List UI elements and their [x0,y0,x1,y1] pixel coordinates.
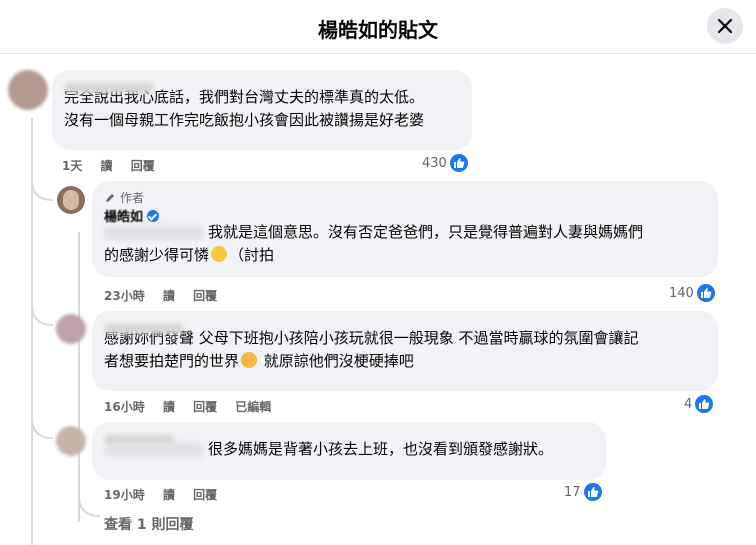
like-thumb-icon [695,395,714,413]
comment-text-line: 我就是這個意思。沒有否定爸爸們，只是覺得普遍對人妻與媽媽們 [208,223,644,241]
author-avatar[interactable] [57,186,85,214]
comment-meta: 23小時 讀 回覆 [104,287,231,304]
thread-line-branch [78,232,80,522]
like-count: 140 [669,285,694,301]
comment-text: 很多媽媽是背著小孩去上班，也沒看到頒發感謝狀。 [104,438,594,461]
avatar[interactable] [56,314,86,344]
reaction-count[interactable]: 140 [669,284,715,302]
like-thumb-icon [583,483,602,501]
comment-text: 者想要拍楚門的世界 就原諒他們沒梗硬捧吧 [104,350,706,373]
comment-text: 的感謝少得可憐 （討拍 [104,244,706,267]
read-button[interactable]: 讀 [163,400,175,414]
view-replies-link[interactable]: 查看 1 則回覆 [104,514,194,534]
author-label-text: 作者 [120,191,145,205]
read-button[interactable]: 讀 [163,289,175,303]
like-count: 430 [422,155,447,171]
comment-text: 我就是這個意思。沒有否定爸爸們，只是覺得普遍對人妻與媽媽們 [104,221,706,244]
laughing-emoji-icon [241,352,258,368]
like-count: 4 [684,396,693,412]
reply-button[interactable]: 回覆 [193,289,217,303]
avatar[interactable] [56,426,86,456]
comment-time[interactable]: 23小時 [104,289,145,303]
mention-redacted [104,442,204,457]
comment-time[interactable]: 16小時 [104,400,145,414]
comment-meta: 1天 讀 回覆 [62,157,169,174]
read-button[interactable]: 讀 [101,159,113,173]
post-title: 楊皓如的貼文 [318,18,438,42]
close-button[interactable] [707,8,743,44]
like-count: 17 [564,484,581,500]
verified-badge-icon [147,209,160,222]
reaction-count[interactable]: 17 [564,483,602,501]
comment-meta: 16小時 讀 回覆 已編輯 [104,398,285,415]
reply-button[interactable]: 回覆 [131,159,155,173]
comment-meta: 19小時 讀 回覆 [104,486,231,503]
reply-button[interactable]: 回覆 [193,488,217,502]
thread-connector [31,180,54,201]
comment-time[interactable]: 1天 [62,159,82,173]
comment-bubble: 作者 楊皓如 我就是這個意思。沒有否定爸爸們，只是覺得普遍對人妻與媽媽們 的感謝… [92,181,718,277]
author-badge: 作者 [104,189,706,206]
edited-label: 已編輯 [235,400,272,414]
commenter-name-text: 楊皓如 [104,210,144,225]
comment-bubble: 完全說出我心底話，我們對台灣丈夫的標準真的太低。 沒有一個母親工作完吃飯抱小孩會… [52,70,472,150]
comment-bubble: 很多媽媽是背著小孩去上班，也沒看到頒發感謝狀。 [92,422,606,480]
comment-bubble: 感謝妳們發聲 父母下班抱小孩陪小孩玩就很一般現象 不過當時贏球的氛圍會讓記 者想… [92,311,718,391]
reply-button[interactable]: 回覆 [193,400,217,414]
reaction-count[interactable]: 4 [684,395,714,413]
close-icon [717,18,733,34]
comment-text-line: 者想要拍楚門的世界 [104,352,240,370]
comment-text-line: 就原諒他們沒梗硬捧吧 [259,352,414,370]
like-thumb-icon [449,154,468,172]
dialog-header: 楊皓如的貼文 [0,0,756,54]
comment-text: 沒有一個母親工作完吃飯抱小孩會因此被讚揚是好老婆 [64,111,425,129]
read-button[interactable]: 讀 [163,488,175,502]
pencil-icon [106,193,114,202]
comment-text-line: （討拍 [229,246,275,264]
reaction-count[interactable]: 430 [422,154,468,172]
comment-text: 感謝妳們發聲 父母下班抱小孩陪小孩玩就很一般現象 不過當時贏球的氛圍會讓記 [104,329,639,347]
comment-text-line: 的感謝少得可憐 [104,246,210,264]
comment-text-line: 很多媽媽是背著小孩去上班，也沒看到頒發感謝狀。 [208,440,554,458]
like-thumb-icon [696,284,715,302]
mention-redacted [104,225,204,240]
avatar[interactable] [8,70,48,110]
pleading-emoji-icon [211,246,228,262]
comment-time[interactable]: 19小時 [104,488,145,502]
